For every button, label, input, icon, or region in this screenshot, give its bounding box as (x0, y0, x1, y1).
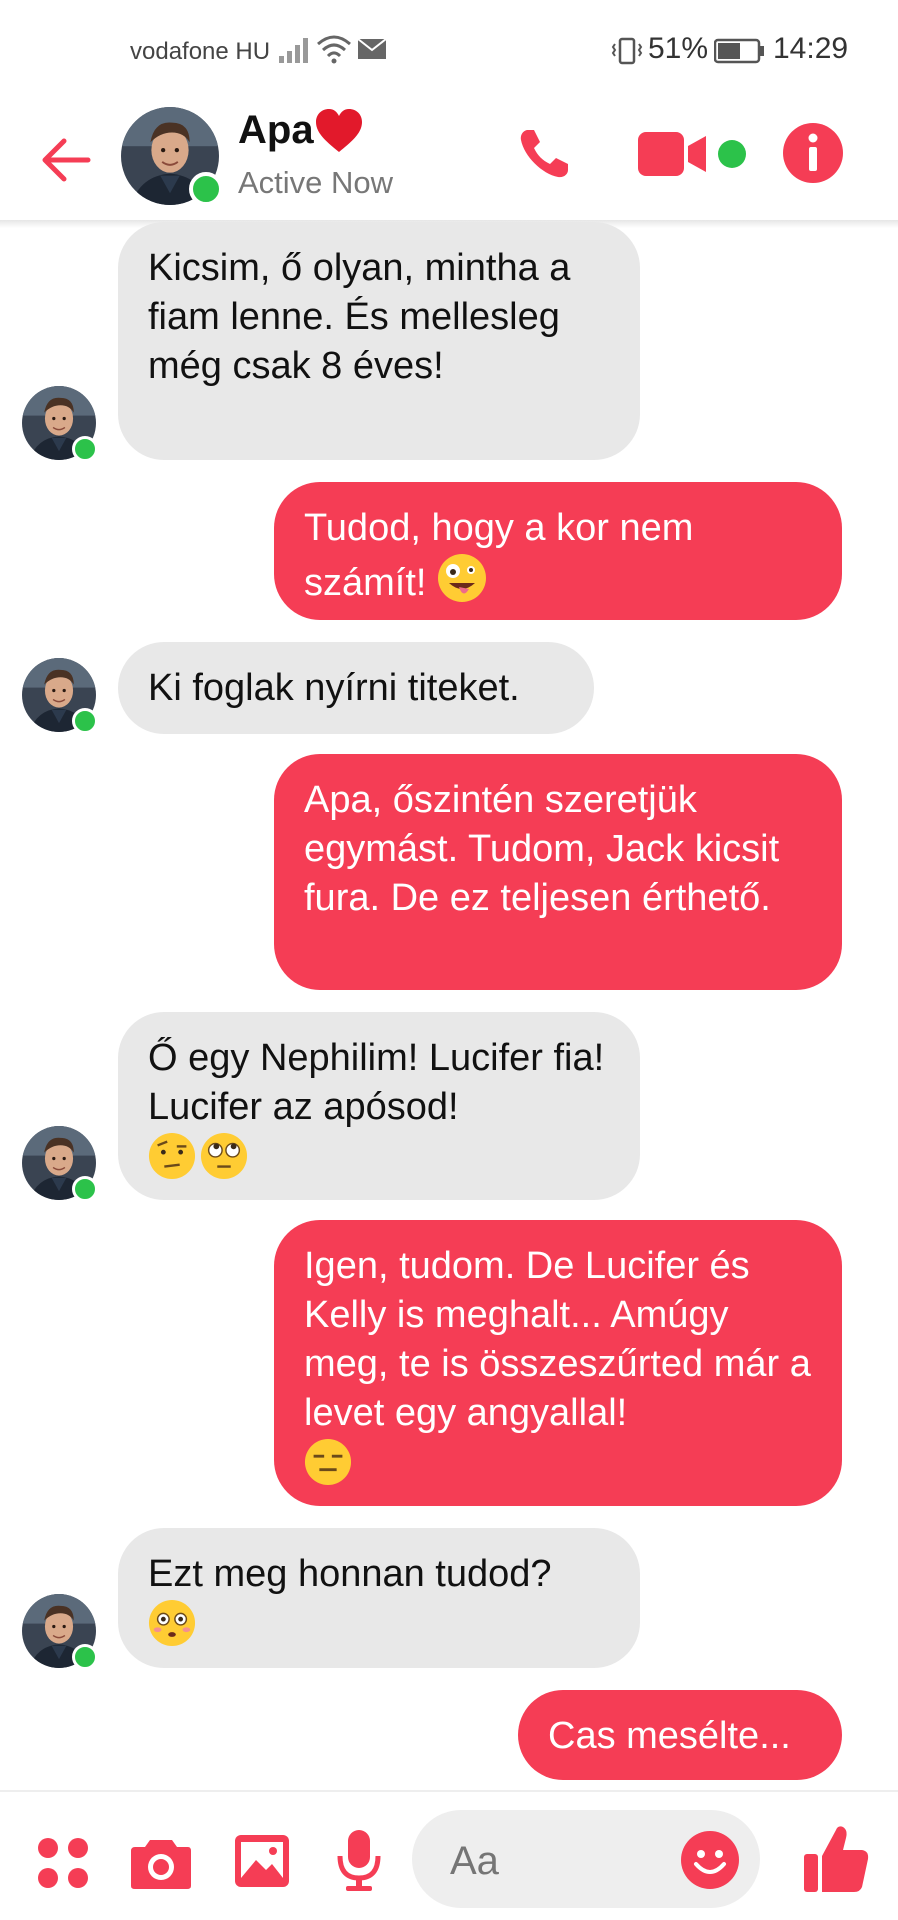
flushed-emoji (148, 1599, 196, 1660)
expressionless-emoji (304, 1438, 352, 1499)
incoming-message[interactable]: Ezt meg honnan tudod? (118, 1528, 640, 1668)
more-actions-icon[interactable] (36, 1836, 90, 1895)
online-indicator (72, 1644, 98, 1670)
outgoing-message[interactable]: Cas mesélte... (518, 1690, 842, 1780)
video-active-dot (718, 140, 746, 168)
gallery-icon[interactable] (234, 1834, 290, 1893)
thumbs-up-icon[interactable] (802, 1824, 870, 1899)
signal-icon (278, 34, 312, 69)
wifi-icon (316, 34, 352, 69)
back-arrow-icon[interactable] (36, 130, 96, 190)
message-text: Ő egy Nephilim! Lucifer fia! Lucifer az … (148, 1037, 605, 1128)
info-icon[interactable] (782, 122, 844, 184)
zany-face-emoji (437, 553, 487, 616)
status-bar: vodafone HU 51% 14:29 (0, 0, 898, 100)
message-text: Ezt meg honnan tudod? (148, 1553, 552, 1595)
heart-emoji (314, 108, 364, 159)
outgoing-message[interactable]: Igen, tudom. De Lucifer és Kelly is megh… (274, 1220, 842, 1506)
online-indicator (72, 708, 98, 734)
online-indicator (72, 1176, 98, 1202)
eye-roll-emoji (200, 1132, 248, 1193)
outgoing-message[interactable]: Tudod, hogy a kor nem számít! (274, 482, 842, 620)
contact-message-avatar[interactable] (22, 1594, 98, 1670)
battery-icon (713, 38, 766, 69)
active-status: Active Now (238, 165, 394, 200)
battery-percent: 51% (648, 32, 709, 65)
contact-message-avatar[interactable] (22, 1126, 98, 1202)
message-input[interactable] (448, 1838, 652, 1885)
message-text: Ki foglak nyírni titeket. (148, 667, 520, 709)
incoming-message[interactable]: Ki foglak nyírni titeket. (118, 642, 594, 734)
message-text: Kicsim, ő olyan, mintha a fiam lenne. És… (148, 247, 571, 387)
video-call-icon[interactable] (636, 130, 708, 178)
composer-divider (0, 1790, 898, 1792)
raised-eyebrow-emoji (148, 1132, 196, 1193)
message-text: Igen, tudom. De Lucifer és Kelly is megh… (304, 1245, 811, 1434)
clock: 14:29 (773, 32, 849, 65)
mail-icon (357, 38, 387, 65)
online-indicator (189, 172, 223, 206)
outgoing-message[interactable]: Apa, őszintén szeretjük egymást. Tudom, … (274, 754, 842, 990)
carrier-label: vodafone HU (130, 38, 271, 65)
vibrate-icon (610, 36, 644, 71)
contact-name[interactable]: Apa (238, 108, 314, 153)
online-indicator (72, 436, 98, 462)
incoming-message[interactable]: Ő egy Nephilim! Lucifer fia! Lucifer az … (118, 1012, 640, 1200)
phone-call-icon[interactable] (514, 124, 574, 184)
contact-message-avatar[interactable] (22, 658, 98, 734)
message-text: Cas mesélte... (548, 1715, 791, 1757)
microphone-icon[interactable] (336, 1828, 382, 1897)
emoji-icon[interactable] (680, 1830, 740, 1895)
camera-icon[interactable] (130, 1834, 192, 1895)
contact-message-avatar[interactable] (22, 386, 98, 462)
incoming-message[interactable]: Kicsim, ő olyan, mintha a fiam lenne. És… (118, 222, 640, 460)
message-text: Tudod, hogy a kor nem számít! (304, 507, 694, 604)
message-text: Apa, őszintén szeretjük egymást. Tudom, … (304, 779, 780, 919)
